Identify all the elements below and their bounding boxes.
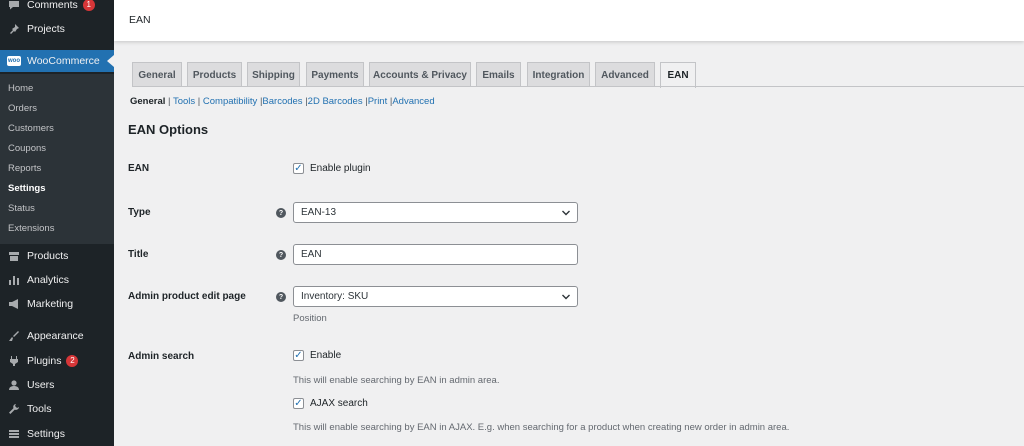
type-select-value: EAN-13 [301, 207, 337, 218]
menu-label: WooCommerce [27, 55, 100, 67]
type-label: Type [128, 207, 151, 218]
submenu-item-customers[interactable]: Customers [8, 123, 54, 134]
submenu-item-reports[interactable]: Reports [8, 163, 41, 174]
checkmark-icon: ✓ [294, 397, 303, 409]
menu-item-appearance[interactable]: Appearance [0, 325, 114, 347]
submenu-item-orders[interactable]: Orders [8, 103, 37, 114]
admin-search-enable-option: ✓ Enable [293, 350, 341, 361]
submenu-item-home[interactable]: Home [8, 83, 33, 94]
subnav-2d-barcodes[interactable]: 2D Barcodes [308, 96, 363, 107]
admin-product-edit-select[interactable]: Inventory: SKU [293, 286, 578, 307]
ajax-search-description: This will enable searching by EAN in AJA… [293, 422, 790, 433]
ajax-search-checkbox[interactable]: ✓ [293, 398, 304, 409]
chevron-down-icon [562, 210, 570, 216]
subnav-compatibility[interactable]: Compatibility [203, 96, 257, 107]
position-description: Position [293, 313, 327, 324]
section-subnav: General | Tools | Compatibility |Barcode… [130, 96, 435, 107]
menu-label: Appearance [27, 330, 84, 342]
tab-ean[interactable]: EAN [660, 62, 696, 88]
user-icon [7, 378, 21, 392]
menu-label: Settings [27, 428, 65, 440]
admin-product-edit-value: Inventory: SKU [301, 291, 369, 302]
menu-label: Tools [27, 403, 52, 415]
title-label: Title [128, 249, 149, 260]
admin-product-edit-label: Admin product edit page [128, 291, 246, 302]
subnav-print[interactable]: Print [368, 96, 388, 107]
tab-payments[interactable]: Payments [306, 62, 364, 87]
title-input[interactable]: EAN [293, 244, 578, 265]
subnav-barcodes[interactable]: Barcodes [262, 96, 302, 107]
tab-integration[interactable]: Integration [527, 62, 590, 87]
paintbrush-icon [7, 329, 21, 343]
menu-item-products[interactable]: Products [0, 245, 114, 267]
admin-search-label: Admin search [128, 351, 195, 362]
ajax-search-option: ✓ AJAX search [293, 398, 368, 409]
subnav-advanced[interactable]: Advanced [392, 96, 434, 107]
plug-icon [7, 354, 21, 368]
menu-item-analytics[interactable]: Analytics [0, 269, 114, 291]
admin-search-enable-label: Enable [310, 350, 342, 361]
woocommerce-submenu: Home Orders Customers Coupons Reports Se… [0, 74, 114, 244]
comments-count-badge: 1 [82, 0, 95, 11]
checkmark-icon: ✓ [294, 162, 303, 174]
menu-label: Comments [27, 0, 78, 11]
menu-label: Projects [27, 23, 65, 35]
tab-general[interactable]: General [132, 62, 182, 87]
menu-item-projects[interactable]: Projects [0, 18, 114, 40]
submenu-item-settings[interactable]: Settings [8, 183, 45, 194]
menu-item-users[interactable]: Users [0, 374, 114, 396]
admin-search-description: This will enable searching by EAN in adm… [293, 375, 500, 386]
subnav-tools[interactable]: Tools [173, 96, 195, 107]
enable-plugin-label: Enable plugin [310, 163, 371, 174]
title-input-value: EAN [301, 249, 322, 260]
pin-icon [7, 22, 21, 36]
tab-products[interactable]: Products [187, 62, 242, 87]
menu-item-settings[interactable]: Settings [0, 423, 114, 445]
checkmark-icon: ✓ [294, 349, 303, 361]
menu-item-tools[interactable]: Tools [0, 398, 114, 420]
section-title: EAN Options [128, 122, 209, 137]
menu-label: Products [27, 250, 69, 262]
enable-plugin-option: ✓ Enable plugin [293, 163, 371, 174]
tab-accounts-privacy[interactable]: Accounts & Privacy [369, 62, 471, 87]
submenu-item-status[interactable]: Status [8, 203, 35, 214]
menu-label: Marketing [27, 298, 74, 310]
bar-chart-icon [7, 273, 21, 287]
comment-icon [7, 0, 21, 12]
plugins-update-badge: 2 [66, 355, 79, 367]
menu-item-woocommerce[interactable]: woo WooCommerce [0, 50, 114, 72]
submenu-item-extensions[interactable]: Extensions [8, 223, 54, 234]
page-header: EAN [114, 0, 1024, 41]
submenu-item-coupons[interactable]: Coupons [8, 143, 46, 154]
wrench-icon [7, 402, 21, 416]
menu-label: Plugins [27, 355, 62, 367]
menu-item-marketing[interactable]: Marketing [0, 293, 114, 315]
archive-icon [7, 249, 21, 263]
tab-emails[interactable]: Emails [476, 62, 521, 87]
help-icon[interactable]: ? [276, 250, 286, 260]
megaphone-icon [7, 297, 21, 311]
menu-label: Analytics [27, 274, 70, 286]
enable-plugin-checkbox[interactable]: ✓ [293, 163, 304, 174]
admin-search-enable-checkbox[interactable]: ✓ [293, 350, 304, 361]
subnav-general[interactable]: General [130, 96, 165, 107]
ajax-search-label: AJAX search [310, 398, 368, 409]
menu-item-comments[interactable]: Comments 1 [0, 0, 114, 16]
ean-label: EAN [128, 163, 150, 174]
help-icon[interactable]: ? [276, 292, 286, 302]
tab-shipping[interactable]: Shipping [247, 62, 300, 87]
menu-label: Users [27, 379, 55, 391]
menu-item-plugins[interactable]: Plugins 2 [0, 350, 114, 372]
admin-sidebar: Comments 1 Projects woo WooCommerce Home… [0, 0, 114, 446]
chevron-down-icon [562, 294, 570, 300]
help-icon[interactable]: ? [276, 208, 286, 218]
woocommerce-icon: woo [7, 56, 21, 66]
page-title: EAN [129, 14, 151, 26]
tab-advanced[interactable]: Advanced [595, 62, 655, 87]
type-select[interactable]: EAN-13 [293, 202, 578, 223]
settings-icon [7, 427, 21, 441]
tab-divider [132, 86, 1024, 87]
